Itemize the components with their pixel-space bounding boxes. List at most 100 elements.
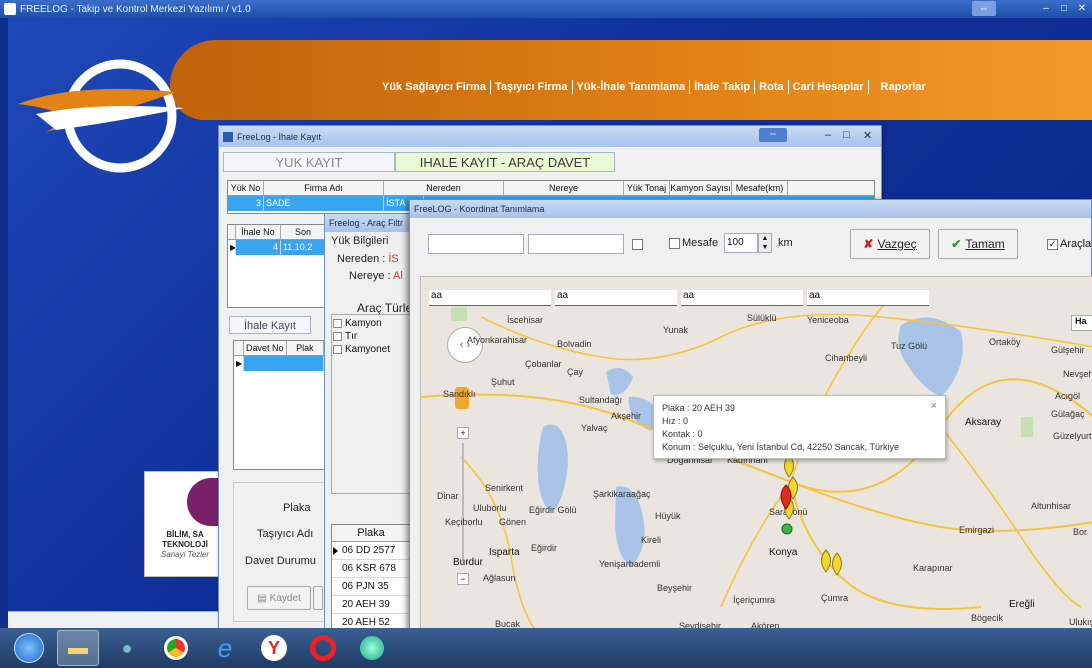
map-filter-input[interactable]: aa — [681, 290, 803, 306]
koord-window-title: FreeLOG - Koordinat Tanımlama — [414, 204, 545, 214]
map-place-label: Şuhut — [491, 377, 515, 387]
map-place-label: İscehisar — [507, 315, 544, 325]
map-place-label: Bolvadin — [557, 339, 592, 349]
table-row[interactable]: 06 PJN 35 — [332, 578, 410, 596]
col-nereye: Nereye — [504, 181, 624, 195]
tab-ihale-kayit[interactable]: IHALE KAYIT - ARAÇ DAVET — [395, 152, 615, 172]
araclar-checkbox[interactable]: ✓ — [1047, 238, 1058, 250]
restore-icon[interactable]: ⇔ — [759, 128, 787, 142]
map-place-label: Emirgazi — [959, 525, 995, 535]
tamam-button[interactable]: ✔ Tamam — [938, 229, 1018, 259]
map-place-label: Cihanbeyli — [825, 353, 868, 363]
map-place-label: Senirkent — [485, 483, 524, 493]
explorer-taskbar-button[interactable]: ▬ — [57, 630, 99, 666]
menu-tasiyici[interactable]: Taşıyıcı Firma — [491, 80, 573, 94]
app-taskbar-button[interactable] — [351, 630, 393, 666]
map-filter-input[interactable]: aa — [807, 290, 929, 306]
restore-icon[interactable]: ⇔ — [972, 1, 996, 16]
menu-ihale-takip[interactable]: İhale Takip — [690, 80, 756, 94]
map-place-label: Ereğli — [1009, 599, 1035, 610]
map-place-label: Sultandağı — [579, 395, 623, 405]
map-place-label: Beyşehir — [657, 583, 693, 593]
araclar-toggle[interactable]: ✓ Araçla — [1047, 238, 1091, 250]
davet-grid: Davet No Plak ▶ — [233, 340, 325, 470]
close-button[interactable]: ✕ — [863, 129, 872, 142]
col-firma-adi: Firma Adı — [264, 181, 384, 195]
minimize-button[interactable]: ‒ — [1038, 1, 1054, 16]
nereden-value: İS — [388, 253, 399, 265]
menu-yuk-saglayici[interactable]: Yük Sağlayıcı Firma — [378, 80, 491, 94]
yandex-taskbar-button[interactable]: Y — [253, 630, 295, 666]
map-place-label: Altunhisar — [1031, 501, 1072, 511]
map-filter-input[interactable]: aa — [555, 290, 677, 306]
check-icon: ✔ — [951, 237, 962, 251]
minimize-button[interactable]: ‒ — [825, 129, 831, 141]
plaka-label: Plaka — [283, 502, 311, 514]
tab-ihale-kayit-sub[interactable]: İhale Kayıt — [229, 316, 311, 334]
kaydet-button[interactable]: ▤ Kaydet — [247, 586, 311, 610]
mesafe-input[interactable]: 100 — [724, 233, 758, 253]
arac-turleri-label: Araç Türle — [357, 301, 413, 315]
row-pointer-icon: ▶ — [234, 356, 244, 371]
start-button[interactable] — [8, 630, 50, 666]
tasiyici-label: Taşıyıcı Adı — [257, 528, 314, 540]
map-view[interactable]: aa aa aa aa Ha ‹ › + − İscehisar Afyonkar… — [420, 276, 1092, 640]
map-place-label: Hüyük — [655, 511, 681, 521]
chrome-taskbar-button[interactable] — [155, 630, 197, 666]
lng-input[interactable] — [528, 234, 624, 254]
map-place-label: Yalvaç — [581, 423, 608, 433]
pan-control-icon[interactable]: ‹ › — [447, 327, 483, 363]
save-icon: ▤ — [257, 592, 267, 604]
app-icon — [4, 3, 16, 15]
menu-cari[interactable]: Cari Hesaplar — [789, 80, 869, 94]
map-place-label: Akşehir — [611, 411, 642, 421]
map-place-label: Çumra — [821, 593, 849, 603]
kaydet-label: Kaydet — [269, 592, 301, 604]
menu-yuk-ihale[interactable]: Yük-İhale Tanımlama — [573, 80, 691, 94]
col-mesafe: Mesafe(km) — [732, 181, 788, 195]
menu-raporlar[interactable]: Raporlar — [877, 80, 930, 94]
map-place-label: Nevşehir — [1063, 369, 1092, 379]
mesafe-checkbox[interactable] — [669, 238, 680, 249]
col-ihale-no: İhale No — [236, 225, 281, 239]
table-row[interactable]: 06 DD 2577 — [332, 542, 410, 560]
close-icon[interactable]: × — [931, 400, 937, 413]
tab-yuk-kayit[interactable]: YUK KAYIT — [223, 152, 395, 172]
secondary-button[interactable] — [313, 586, 323, 610]
plaka-cell: 20 AEH 52 — [342, 617, 390, 628]
zoom-out-button[interactable]: − — [457, 573, 469, 585]
sponsor-line3: Sanayi Tezler — [160, 550, 210, 559]
menu-rota[interactable]: Rota — [755, 80, 789, 94]
map-place-label: Keçiborlu — [445, 517, 483, 527]
map-type-button[interactable]: Ha — [1071, 315, 1092, 331]
table-row[interactable]: 06 KSR 678 — [332, 560, 410, 578]
vazgec-button[interactable]: ✘ Vazgeç — [850, 229, 930, 259]
chat-taskbar-button[interactable]: ● — [106, 630, 148, 666]
maximize-button[interactable]: □ — [1056, 1, 1072, 16]
close-button[interactable]: ✕ — [1074, 1, 1090, 16]
tamam-label: Tamam — [965, 237, 1005, 251]
map-filter-input[interactable]: aa — [429, 290, 551, 306]
coord-checkbox[interactable] — [632, 239, 643, 250]
maximize-button[interactable]: □ — [843, 129, 850, 141]
zoom-in-button[interactable]: + — [457, 427, 469, 439]
map-place-label: Eğirdir — [531, 543, 558, 553]
map-place-label: Eğirdir Gölü — [529, 505, 577, 515]
nereye-value: Al — [393, 270, 403, 282]
mesafe-stepper[interactable]: ▲ ▼ — [758, 233, 772, 253]
ie-taskbar-button[interactable]: e — [204, 630, 246, 666]
map-place-label: Şarkikaraağaç — [593, 489, 651, 499]
km-label: km — [778, 237, 793, 249]
plaka-cell: 06 KSR 678 — [342, 563, 396, 574]
vazgec-label: Vazgeç — [877, 237, 917, 251]
table-row[interactable]: ▶ — [234, 356, 324, 371]
lat-input[interactable] — [428, 234, 524, 254]
opera-taskbar-button[interactable] — [302, 630, 344, 666]
map-place-label: Acıgöl — [1055, 391, 1081, 401]
mesafe-label: Mesafe — [682, 237, 719, 249]
map-place-label: Yenişarbademli — [599, 559, 661, 569]
map-place-label: Konya — [769, 547, 798, 558]
table-row[interactable]: ▶ 4 11.10.2 — [228, 240, 326, 255]
table-row[interactable]: 20 AEH 39 — [332, 596, 410, 614]
zoom-slider[interactable] — [462, 443, 464, 563]
